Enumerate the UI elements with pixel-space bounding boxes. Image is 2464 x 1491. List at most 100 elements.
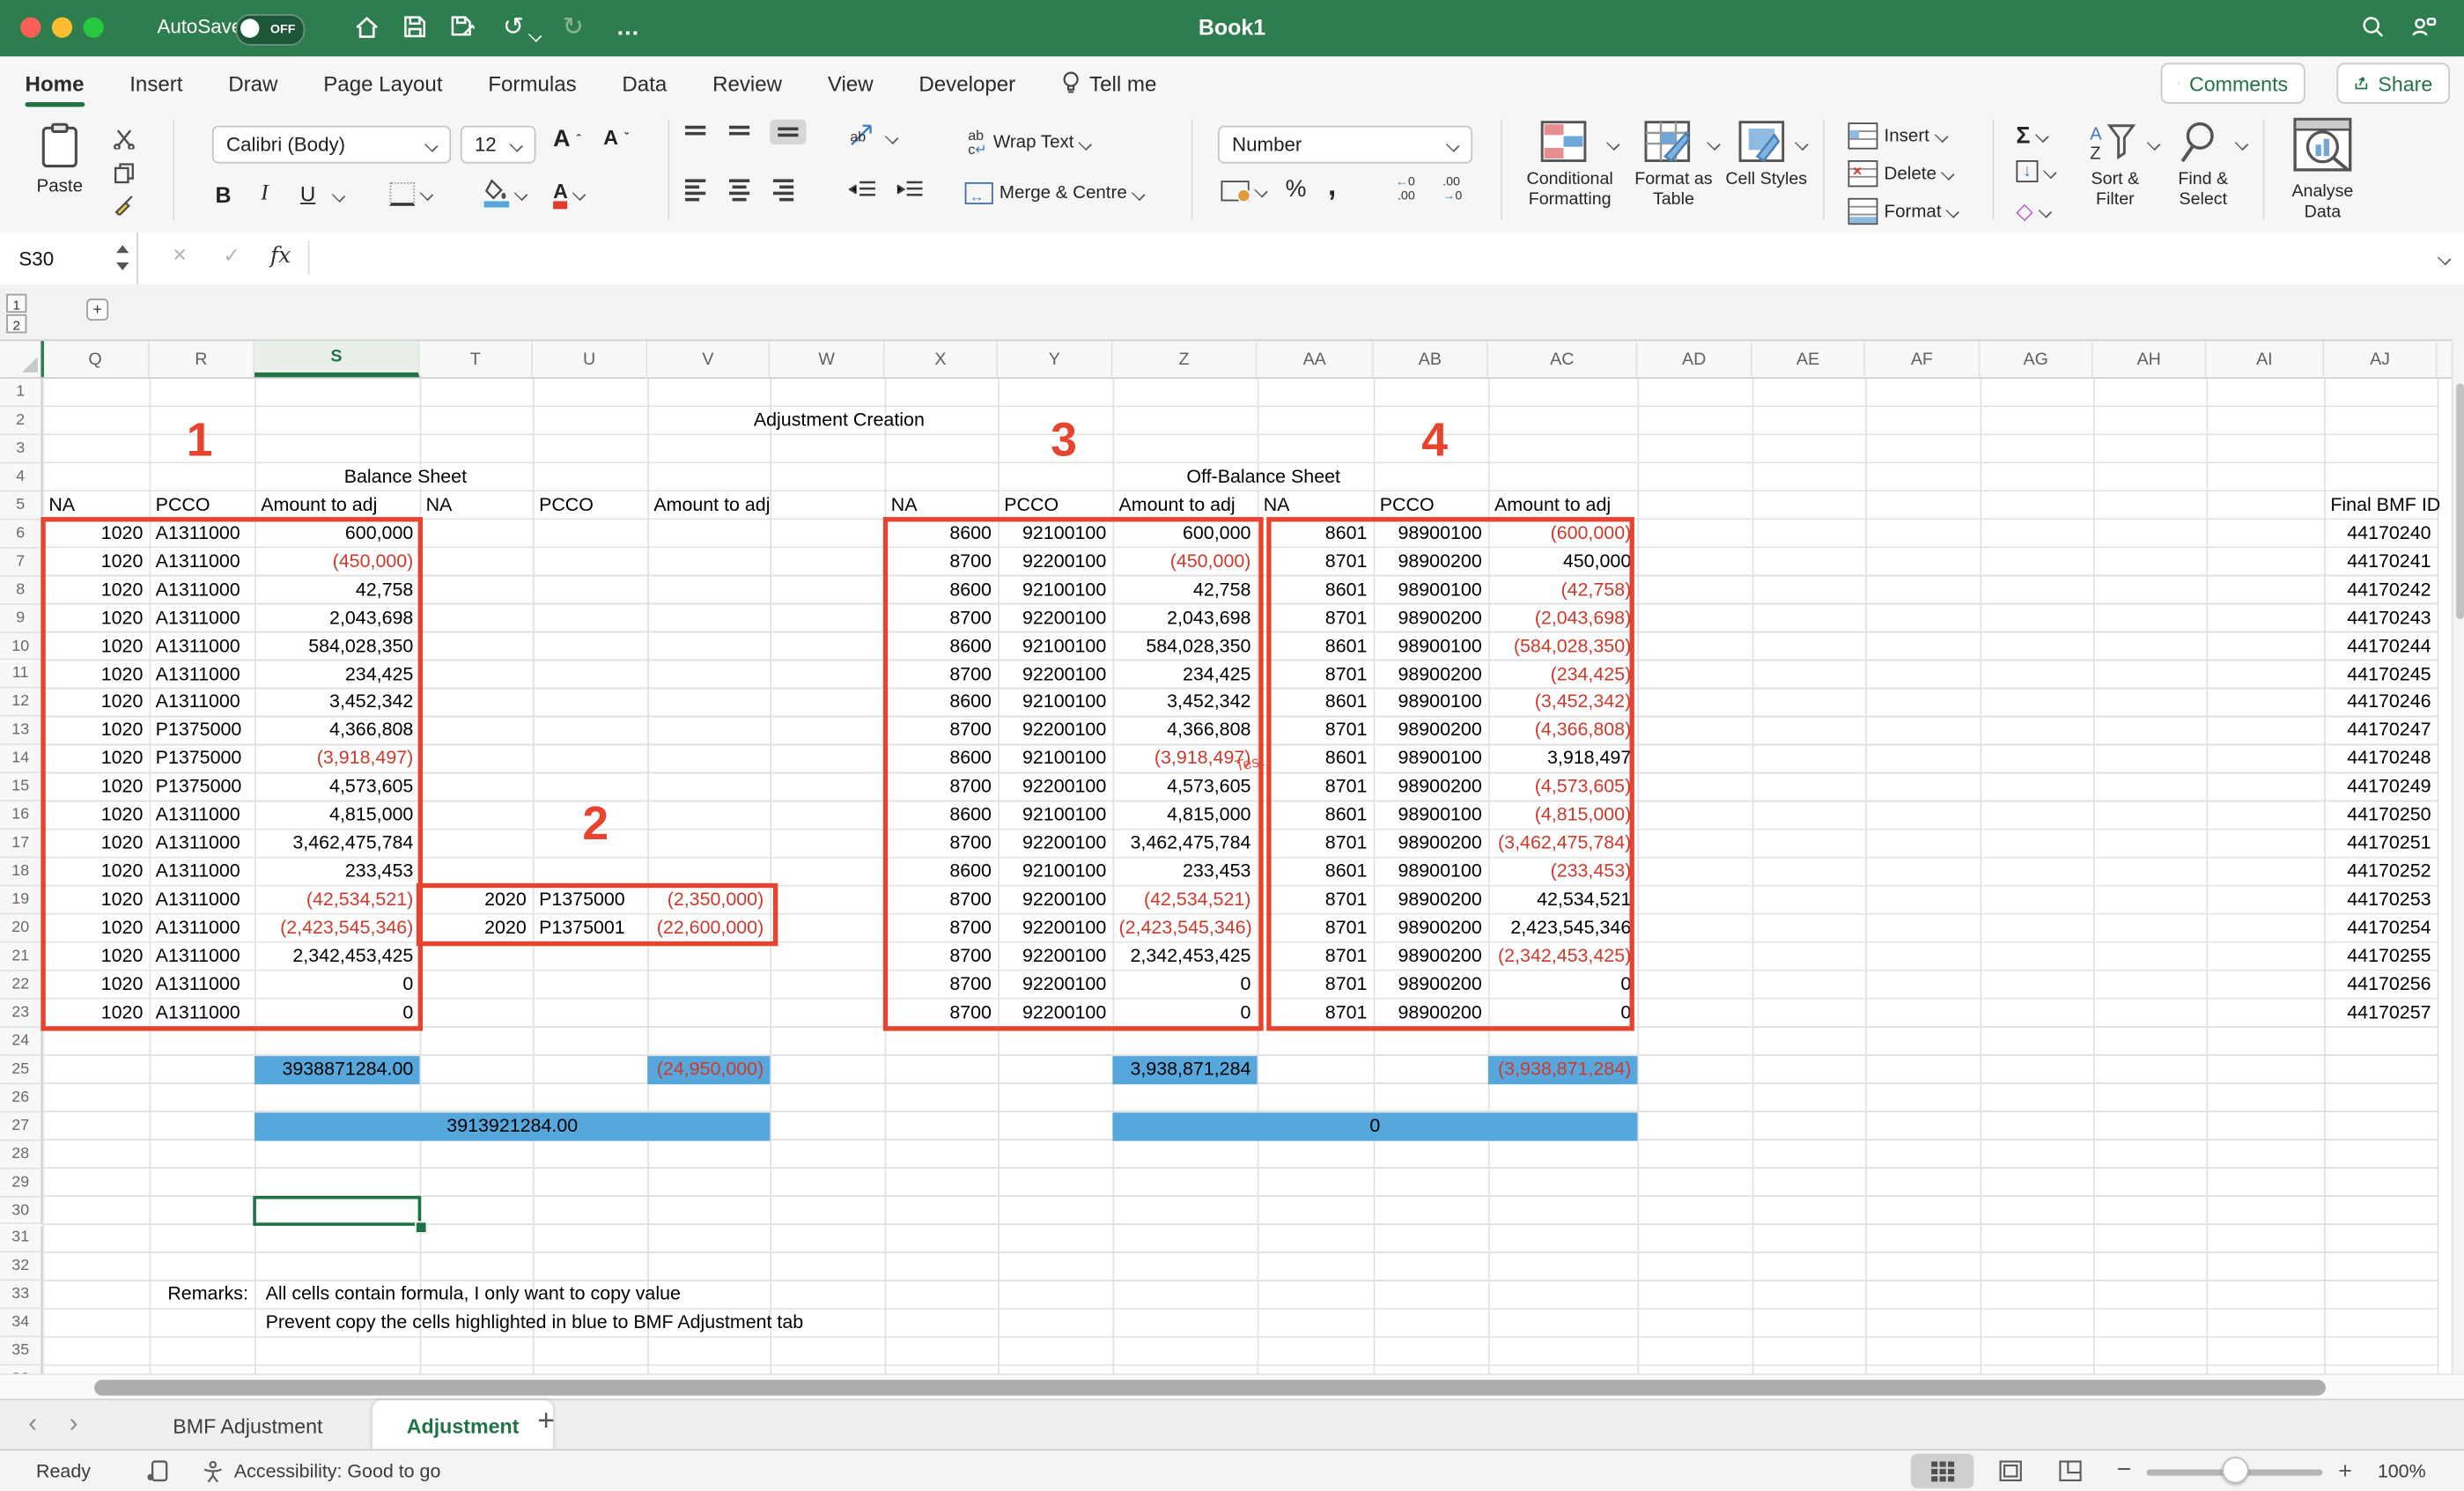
cell-X19[interactable]: 8700 <box>885 887 998 915</box>
cell-AA19[interactable]: 8701 <box>1258 887 1374 915</box>
cell-AB18[interactable]: 98900100 <box>1374 859 1488 887</box>
close-window-icon[interactable] <box>20 18 41 38</box>
cell-X6[interactable]: 8600 <box>885 520 998 548</box>
cell-Q13[interactable]: 1020 <box>42 717 149 745</box>
sheet-cells-background[interactable] <box>42 379 2437 1394</box>
select-all-corner[interactable] <box>0 341 44 377</box>
cell-R9[interactable]: A1311000 <box>150 604 255 632</box>
cell-Y23[interactable]: 92200100 <box>998 1000 1112 1028</box>
merge-centre-button[interactable]: ↔ Merge & Centre <box>965 182 1145 204</box>
cell-AC22[interactable]: 0 <box>1488 971 1638 1000</box>
horizontal-scroll-thumb[interactable] <box>94 1380 2326 1396</box>
name-box[interactable]: S30 <box>0 233 138 284</box>
cell-Q12[interactable]: 1020 <box>42 689 149 717</box>
ribbon-tab-tell-me[interactable]: Tell me <box>1061 56 1156 110</box>
vertical-scrollbar[interactable] <box>2452 339 2464 1373</box>
cell-Y15[interactable]: 92200100 <box>998 773 1112 801</box>
undo-chevron-icon[interactable] <box>529 20 540 48</box>
cell-R19[interactable]: A1311000 <box>150 887 255 915</box>
row-header-4[interactable]: 4 <box>0 463 42 491</box>
cell-AC15[interactable]: (4,573,605) <box>1488 773 1638 801</box>
cell-AA17[interactable]: 8701 <box>1258 830 1374 859</box>
delete-cells-button[interactable]: × Delete <box>1848 160 1954 187</box>
borders-button[interactable] <box>390 182 432 206</box>
cell-S17[interactable]: 3,462,475,784 <box>255 830 419 859</box>
cell-S6[interactable]: 600,000 <box>255 520 419 548</box>
cell-S11[interactable]: 234,425 <box>255 661 419 689</box>
cell-T5[interactable]: NA <box>419 491 532 520</box>
cell-Q6[interactable]: 1020 <box>42 520 149 548</box>
enter-icon[interactable]: ✓ <box>223 244 240 269</box>
cell-Q8[interactable]: 1020 <box>42 576 149 604</box>
cell-Z16[interactable]: 4,815,000 <box>1112 802 1257 830</box>
cell-R21[interactable]: A1311000 <box>150 943 255 971</box>
cell-AC5[interactable]: Amount to adj <box>1488 491 1638 520</box>
cell-Q5[interactable]: NA <box>42 491 149 520</box>
cell-S14[interactable]: (3,918,497) <box>255 745 419 773</box>
annotation-digit-3[interactable]: 3 <box>1040 415 1088 469</box>
column-header-AE[interactable]: AE <box>1752 341 1865 377</box>
save-as-icon[interactable] <box>449 14 475 47</box>
cell-R33[interactable]: Remarks: <box>150 1281 255 1310</box>
cell-U5[interactable]: PCCO <box>533 491 647 520</box>
column-header-AD[interactable]: AD <box>1637 341 1752 377</box>
page-layout-view-button[interactable] <box>1999 1450 2023 1491</box>
cell-Q17[interactable]: 1020 <box>42 830 149 859</box>
annotation-box-1[interactable] <box>41 517 423 1031</box>
cell-AB19[interactable]: 98900200 <box>1374 887 1488 915</box>
share-button[interactable]: Share <box>2336 63 2449 103</box>
wrap-text-button[interactable]: abc↵ Wrap Text <box>968 129 1091 157</box>
row-header-29[interactable]: 29 <box>0 1169 42 1197</box>
cell-S22[interactable]: 0 <box>255 971 419 1000</box>
outline-level-2-button[interactable]: 2 <box>6 314 26 333</box>
cell-R5[interactable]: PCCO <box>150 491 255 520</box>
cell-Q14[interactable]: 1020 <box>42 745 149 773</box>
copy-button[interactable] <box>113 162 135 184</box>
bold-button[interactable]: B <box>215 182 231 208</box>
cell-Q22[interactable]: 1020 <box>42 971 149 1000</box>
annotation-digit-4[interactable]: 4 <box>1411 415 1458 469</box>
cell-AJ20[interactable]: 44170254 <box>2324 915 2437 943</box>
cell-S21[interactable]: 2,342,453,425 <box>255 943 419 971</box>
column-header-S[interactable]: S <box>255 341 419 377</box>
cell-AA7[interactable]: 8701 <box>1258 548 1374 576</box>
cell-AA12[interactable]: 8601 <box>1258 689 1374 717</box>
cell-Y17[interactable]: 92200100 <box>998 830 1112 859</box>
cell-AB9[interactable]: 98900200 <box>1374 604 1488 632</box>
cell-AB11[interactable]: 98900200 <box>1374 661 1488 689</box>
cell-Z9[interactable]: 2,043,698 <box>1112 604 1257 632</box>
cell-AB21[interactable]: 98900200 <box>1374 943 1488 971</box>
cell-Q15[interactable]: 1020 <box>42 773 149 801</box>
cell-Z23[interactable]: 0 <box>1112 1000 1257 1028</box>
ribbon-tab-insert[interactable]: Insert <box>129 56 182 110</box>
cell-U19[interactable]: P1375000 <box>533 887 647 915</box>
column-header-AJ[interactable]: AJ <box>2324 341 2437 377</box>
search-icon[interactable] <box>2360 14 2386 47</box>
insert-function-icon[interactable]: fx <box>270 244 291 269</box>
cell-Q23[interactable]: 1020 <box>42 1000 149 1028</box>
cell-AJ22[interactable]: 44170256 <box>2324 971 2437 1000</box>
font-color-button[interactable]: A <box>553 179 585 208</box>
zoom-slider-thumb[interactable] <box>2222 1457 2248 1483</box>
cell-T20[interactable]: 2020 <box>419 915 532 943</box>
cell-X7[interactable]: 8700 <box>885 548 998 576</box>
cell-Y12[interactable]: 92100100 <box>998 689 1112 717</box>
increase-font-button[interactable]: Aˆ <box>553 126 580 152</box>
cell-Z25[interactable]: 3,938,871,284 <box>1112 1056 1257 1084</box>
cell-AA23[interactable]: 8701 <box>1258 1000 1374 1028</box>
cell-Q10[interactable]: 1020 <box>42 632 149 661</box>
cell-S8[interactable]: 42,758 <box>255 576 419 604</box>
cell-R14[interactable]: P1375000 <box>150 745 255 773</box>
row-header-5[interactable]: 5 <box>0 491 42 520</box>
cell-Y6[interactable]: 92100100 <box>998 520 1112 548</box>
cell-AJ7[interactable]: 44170241 <box>2324 548 2437 576</box>
cell-S15[interactable]: 4,573,605 <box>255 773 419 801</box>
vertical-scroll-thumb[interactable] <box>2455 383 2463 619</box>
row-header-32[interactable]: 32 <box>0 1253 42 1281</box>
horizontal-scrollbar[interactable] <box>0 1374 2464 1400</box>
cell-AB6[interactable]: 98900100 <box>1374 520 1488 548</box>
save-icon[interactable] <box>402 14 428 47</box>
cell-AB16[interactable]: 98900100 <box>1374 802 1488 830</box>
decrease-decimal-button[interactable]: ←0.00 <box>1396 176 1415 203</box>
cell-U20[interactable]: P1375001 <box>533 915 647 943</box>
